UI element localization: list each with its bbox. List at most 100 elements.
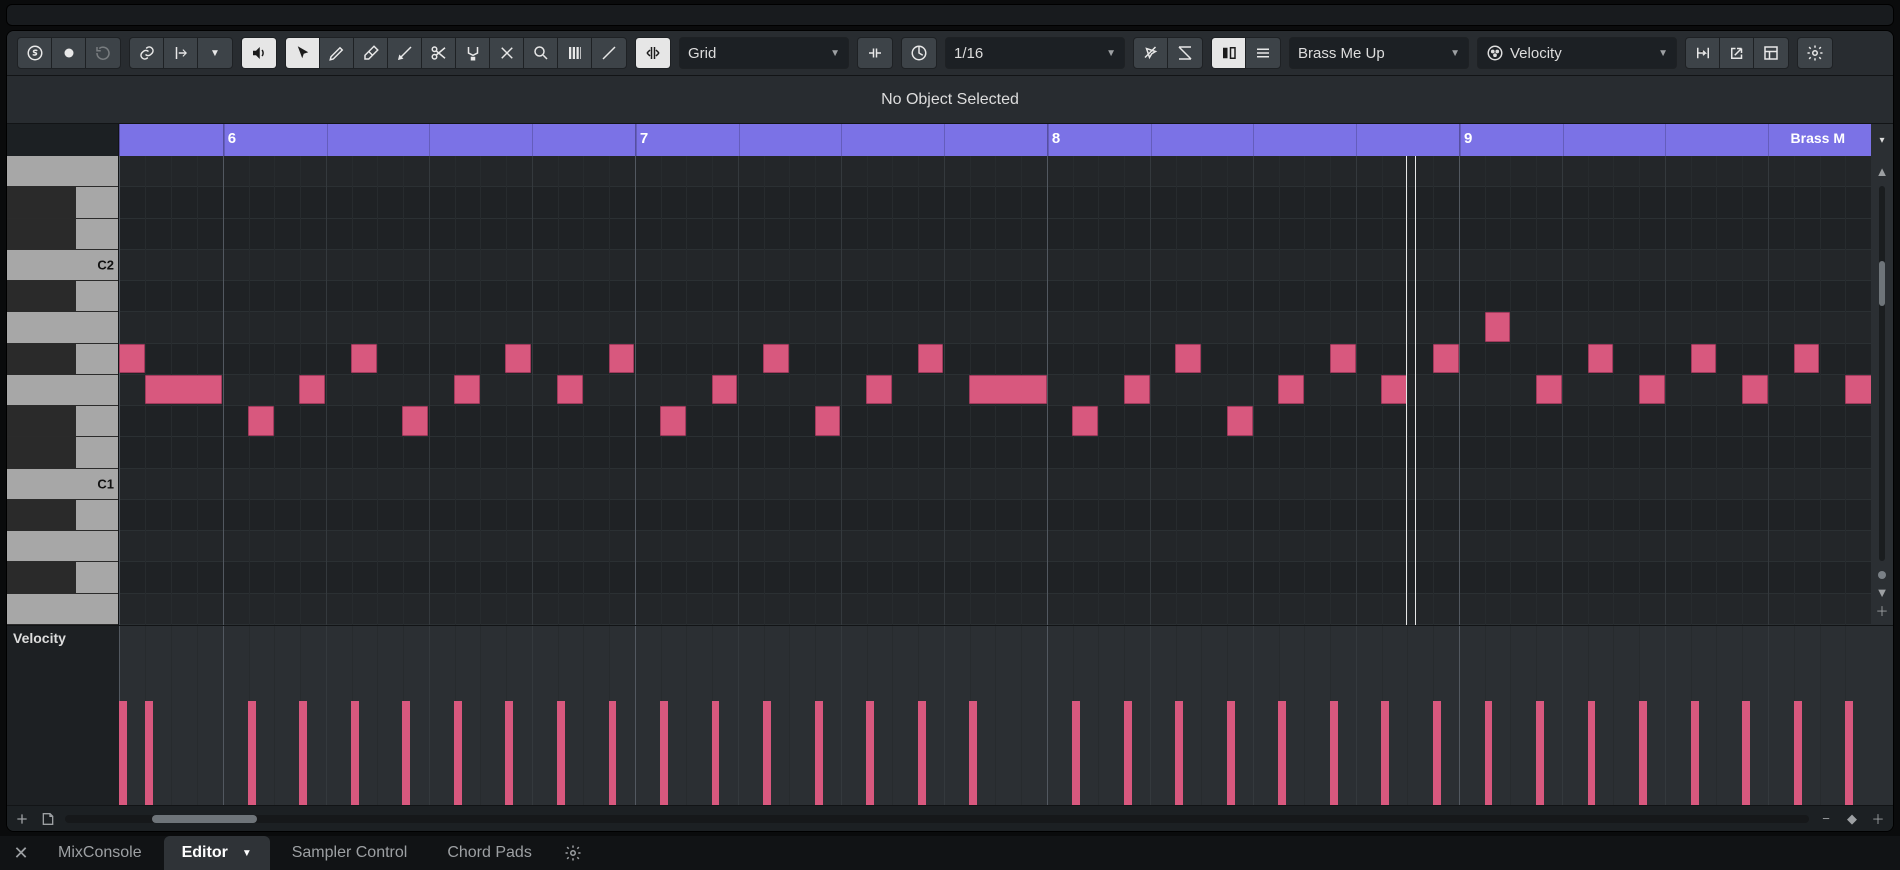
settings-button[interactable] bbox=[1798, 38, 1832, 68]
glue-tool-button[interactable] bbox=[456, 38, 490, 68]
midi-note[interactable] bbox=[1175, 344, 1201, 373]
velocity-bar[interactable] bbox=[1381, 701, 1389, 805]
midi-note[interactable] bbox=[119, 344, 145, 373]
zoom-out-horizontal-button[interactable]: − bbox=[1817, 810, 1835, 828]
midi-note[interactable] bbox=[609, 344, 635, 373]
zoom-out-vertical-icon[interactable]: ▼ bbox=[1873, 583, 1891, 601]
midi-note[interactable] bbox=[145, 375, 222, 404]
zoom-tool-button[interactable] bbox=[524, 38, 558, 68]
midi-note[interactable] bbox=[969, 375, 1046, 404]
piano-key[interactable] bbox=[7, 406, 118, 437]
midi-note[interactable] bbox=[1124, 375, 1150, 404]
velocity-bar[interactable] bbox=[1588, 701, 1596, 805]
zoom-handle[interactable] bbox=[1878, 571, 1886, 579]
quantize-panel-button[interactable] bbox=[1168, 38, 1202, 68]
velocity-bar[interactable] bbox=[454, 701, 462, 805]
note-grid[interactable] bbox=[119, 156, 1871, 625]
midi-note[interactable] bbox=[1639, 375, 1665, 404]
piano-key[interactable] bbox=[7, 219, 118, 250]
velocity-bar[interactable] bbox=[763, 701, 771, 805]
solo-editor-button[interactable] bbox=[18, 38, 52, 68]
velocity-area[interactable] bbox=[119, 626, 1871, 805]
velocity-bar[interactable] bbox=[1072, 701, 1080, 805]
auto-scroll-menu-button[interactable]: ▼ bbox=[198, 38, 232, 68]
midi-note[interactable] bbox=[1072, 406, 1098, 435]
velocity-bar[interactable] bbox=[918, 701, 926, 805]
iterative-quantize-button[interactable] bbox=[1134, 38, 1168, 68]
trim-tool-button[interactable] bbox=[388, 38, 422, 68]
time-ruler[interactable]: 6789Brass M bbox=[119, 124, 1871, 156]
auto-scroll-button[interactable] bbox=[164, 38, 198, 68]
setup-window-layout-button[interactable] bbox=[1754, 38, 1788, 68]
zoom-in-vertical-icon[interactable]: ▲ bbox=[1873, 162, 1891, 180]
velocity-bar[interactable] bbox=[1433, 701, 1441, 805]
velocity-bar[interactable] bbox=[1691, 701, 1699, 805]
line-tool-button[interactable] bbox=[592, 38, 626, 68]
midi-note[interactable] bbox=[1691, 344, 1717, 373]
tab-chord-pads[interactable]: Chord Pads bbox=[429, 836, 550, 870]
piano-key[interactable] bbox=[7, 437, 118, 468]
piano-key[interactable] bbox=[7, 187, 118, 218]
tab-sampler-control[interactable]: Sampler Control bbox=[274, 836, 426, 870]
piano-key[interactable]: C1 bbox=[7, 469, 118, 500]
zoom-in-horizontal-button[interactable]: ＋ bbox=[1869, 810, 1887, 828]
piano-key[interactable] bbox=[7, 312, 118, 343]
piano-key[interactable] bbox=[7, 500, 118, 531]
midi-note[interactable] bbox=[505, 344, 531, 373]
velocity-bar[interactable] bbox=[969, 701, 977, 805]
edit-active-part-only-button[interactable] bbox=[1246, 38, 1280, 68]
velocity-bar[interactable] bbox=[1536, 701, 1544, 805]
midi-note[interactable] bbox=[351, 344, 377, 373]
vertical-scrollbar[interactable] bbox=[1879, 186, 1885, 561]
tab-editor[interactable]: Editor▼ bbox=[164, 836, 270, 870]
midi-note[interactable] bbox=[1330, 344, 1356, 373]
quantize-apply-button[interactable] bbox=[902, 38, 936, 68]
velocity-bar[interactable] bbox=[248, 701, 256, 805]
selection-tool-button[interactable] bbox=[286, 38, 320, 68]
midi-note[interactable] bbox=[918, 344, 944, 373]
midi-note[interactable] bbox=[1278, 375, 1304, 404]
piano-key[interactable] bbox=[7, 531, 118, 562]
midi-note[interactable] bbox=[402, 406, 428, 435]
velocity-bar[interactable] bbox=[1794, 701, 1802, 805]
velocity-bar[interactable] bbox=[609, 701, 617, 805]
midi-note[interactable] bbox=[1227, 406, 1253, 435]
midi-note[interactable] bbox=[1381, 375, 1407, 404]
velocity-bar[interactable] bbox=[1639, 701, 1647, 805]
midi-note[interactable] bbox=[1588, 344, 1614, 373]
split-tool-button[interactable] bbox=[422, 38, 456, 68]
horizontal-scrollbar[interactable] bbox=[65, 815, 1809, 823]
ruler-menu-button[interactable]: ▾ bbox=[1871, 124, 1893, 156]
midi-note[interactable] bbox=[557, 375, 583, 404]
event-color-dropdown[interactable]: Velocity ▼ bbox=[1477, 37, 1677, 69]
zoom-add-icon[interactable]: ＋ bbox=[1873, 601, 1891, 619]
piano-key[interactable] bbox=[7, 281, 118, 312]
midi-note[interactable] bbox=[763, 344, 789, 373]
velocity-bar[interactable] bbox=[815, 701, 823, 805]
velocity-bar[interactable] bbox=[505, 701, 513, 805]
draw-tool-button[interactable] bbox=[320, 38, 354, 68]
quantize-preset-dropdown[interactable]: 1/16 ▼ bbox=[945, 37, 1125, 69]
velocity-bar[interactable] bbox=[119, 701, 127, 805]
active-part-dropdown[interactable]: Brass Me Up ▼ bbox=[1289, 37, 1469, 69]
snap-on-off-button[interactable] bbox=[636, 38, 670, 68]
velocity-bar[interactable] bbox=[1278, 701, 1286, 805]
velocity-bar[interactable] bbox=[1175, 701, 1183, 805]
piano-key[interactable] bbox=[7, 594, 118, 625]
retrospective-record-button[interactable] bbox=[86, 38, 120, 68]
mute-tool-button[interactable] bbox=[490, 38, 524, 68]
piano-key[interactable] bbox=[7, 344, 118, 375]
midi-note[interactable] bbox=[866, 375, 892, 404]
velocity-bar[interactable] bbox=[402, 701, 410, 805]
velocity-bar[interactable] bbox=[557, 701, 565, 805]
tabs-settings-button[interactable] bbox=[564, 844, 582, 862]
velocity-bar[interactable] bbox=[1227, 701, 1235, 805]
midi-note[interactable] bbox=[712, 375, 738, 404]
velocity-bar[interactable] bbox=[1845, 701, 1853, 805]
velocity-bar[interactable] bbox=[145, 701, 153, 805]
midi-note[interactable] bbox=[815, 406, 841, 435]
step-input-button[interactable] bbox=[1686, 38, 1720, 68]
erase-tool-button[interactable] bbox=[354, 38, 388, 68]
midi-note[interactable] bbox=[1485, 312, 1511, 341]
velocity-bar[interactable] bbox=[1330, 701, 1338, 805]
